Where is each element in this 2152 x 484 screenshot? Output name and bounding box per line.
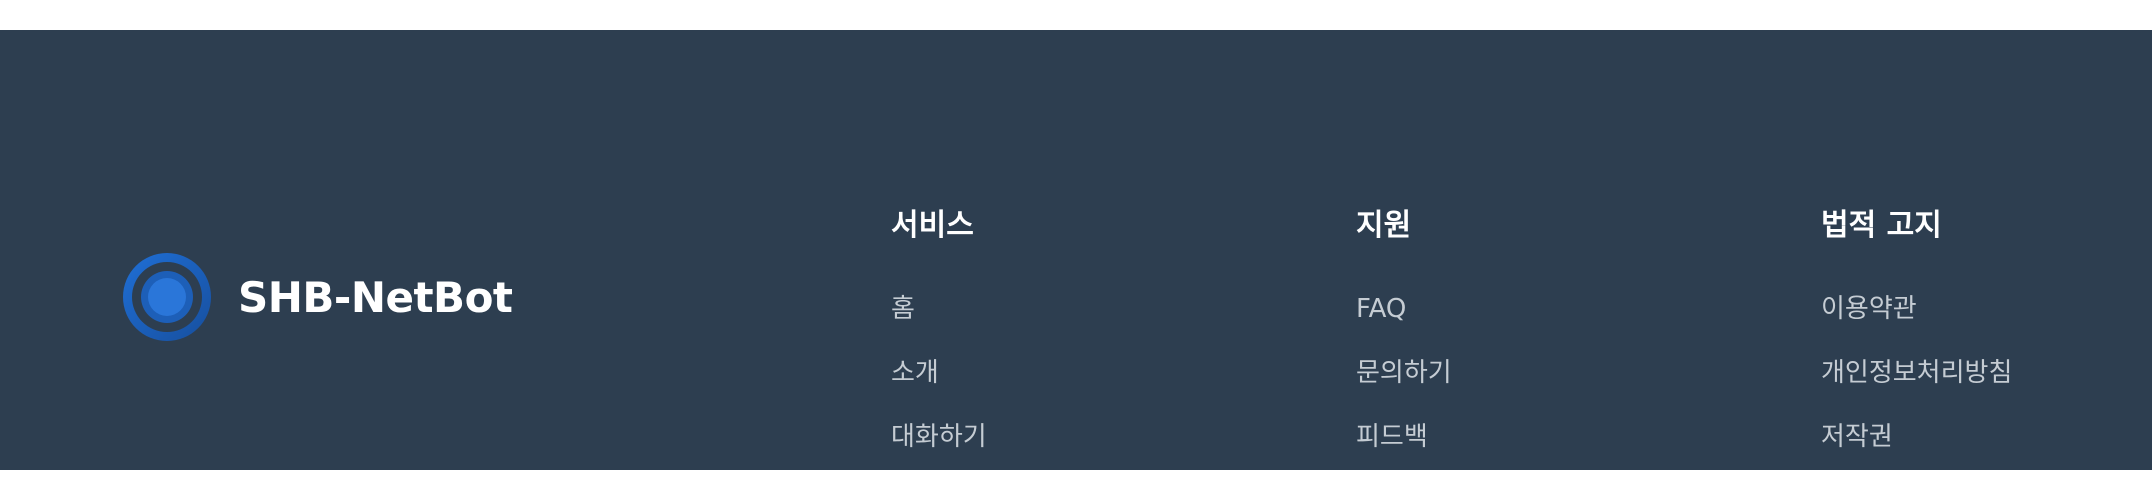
footer-column-legal: 법적 고지 이용약관 개인정보처리방침 저작권 xyxy=(1821,206,2012,484)
column-title-services: 서비스 xyxy=(891,208,974,243)
list-item: 홈 xyxy=(891,292,987,356)
link-chat[interactable]: 대화하기 xyxy=(891,422,987,452)
list-item: 저작권 xyxy=(1821,420,2012,484)
link-list-support: FAQ 문의하기 피드백 xyxy=(1356,292,1452,484)
footer-column-support: 지원 FAQ 문의하기 피드백 xyxy=(1356,206,1452,484)
list-item: 개인정보처리방침 xyxy=(1821,356,2012,420)
column-title-legal: 법적 고지 xyxy=(1821,208,1942,243)
list-item: 대화하기 xyxy=(891,420,987,484)
list-item: 소개 xyxy=(891,356,987,420)
list-item: 문의하기 xyxy=(1356,356,1452,420)
link-copyright[interactable]: 저작권 xyxy=(1821,422,1893,452)
list-item: FAQ xyxy=(1356,292,1452,356)
brand-name: SHB-NetBot xyxy=(238,272,513,322)
page-top-area xyxy=(0,0,2152,30)
link-list-services: 홈 소개 대화하기 xyxy=(891,292,987,484)
link-faq[interactable]: FAQ xyxy=(1356,294,1406,324)
site-footer: SHB-NetBot 서비스 홈 소개 대화하기 지원 FAQ 문의하기 피드백… xyxy=(0,30,2152,470)
column-title-support: 지원 xyxy=(1356,208,1412,243)
list-item: 이용약관 xyxy=(1821,292,2012,356)
link-contact[interactable]: 문의하기 xyxy=(1356,358,1452,388)
link-about[interactable]: 소개 xyxy=(891,358,939,388)
link-home[interactable]: 홈 xyxy=(891,294,915,324)
target-ring-icon xyxy=(123,253,211,341)
link-feedback[interactable]: 피드백 xyxy=(1356,422,1428,452)
link-privacy[interactable]: 개인정보처리방침 xyxy=(1821,358,2012,388)
link-terms[interactable]: 이용약관 xyxy=(1821,294,1917,324)
list-item: 피드백 xyxy=(1356,420,1452,484)
link-list-legal: 이용약관 개인정보처리방침 저작권 xyxy=(1821,292,2012,484)
footer-column-services: 서비스 홈 소개 대화하기 xyxy=(891,206,987,484)
footer-brand[interactable]: SHB-NetBot xyxy=(123,252,513,342)
